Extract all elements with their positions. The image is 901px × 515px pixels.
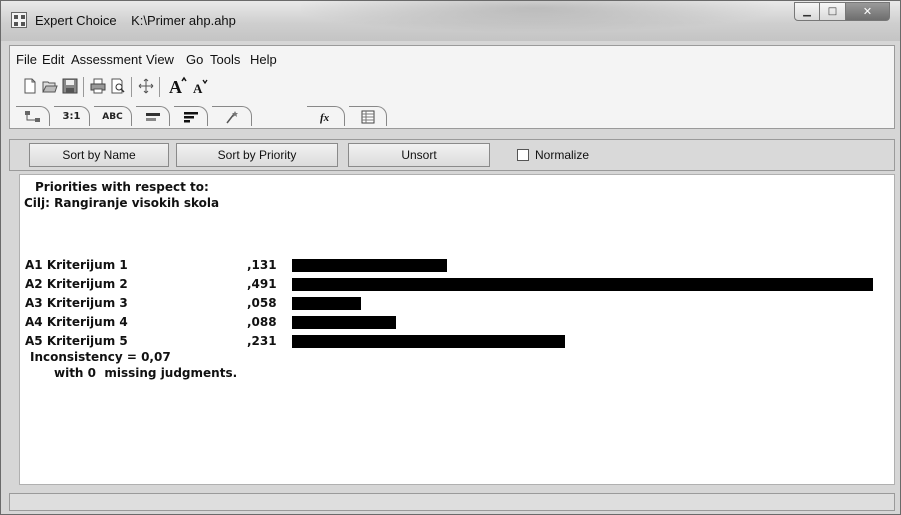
priority-bar xyxy=(292,335,565,348)
tab-formula[interactable]: fx xyxy=(307,106,345,126)
tree-icon xyxy=(24,110,40,122)
priority-label: A2 Kriterijum 2 xyxy=(25,277,128,291)
decrease-font-icon[interactable]: A xyxy=(192,77,210,97)
tab-verbal-comparison[interactable]: ABC xyxy=(94,106,132,126)
menu-help[interactable]: Help xyxy=(250,52,277,67)
app-icon xyxy=(11,12,27,28)
menu-go[interactable]: Go xyxy=(186,52,203,67)
save-icon[interactable] xyxy=(62,78,78,94)
sort-bar: Sort by Name Sort by Priority Unsort Nor… xyxy=(9,139,895,171)
tab-label: 3:1 xyxy=(62,111,81,122)
equal-lines-icon xyxy=(145,112,160,121)
formula-fx-icon: fx xyxy=(320,112,330,124)
standard-toolbar: A A xyxy=(9,71,895,103)
table-grid-icon xyxy=(361,110,374,123)
title-bar: Expert Choice K:\Primer ahp.ahp ▁ □ ✕ xyxy=(1,1,900,41)
unsort-button[interactable]: Unsort xyxy=(348,143,490,167)
file-path: K:\Primer ahp.ahp xyxy=(131,13,236,28)
menu-assessment[interactable]: Assessment xyxy=(71,52,142,67)
tab-graphical-comparison[interactable] xyxy=(136,106,170,126)
inconsistency-label: Inconsistency = 0,07 xyxy=(30,350,171,364)
sort-by-priority-button[interactable]: Sort by Priority xyxy=(176,143,338,167)
menu-view[interactable]: View xyxy=(146,52,174,67)
tab-numerical-comparison[interactable]: 3:1 xyxy=(54,106,90,126)
menu-edit[interactable]: Edit xyxy=(42,52,64,67)
sort-by-name-button[interactable]: Sort by Name xyxy=(29,143,169,167)
priority-bar xyxy=(292,316,396,329)
view-tabs-bar: 3:1 ABC fx xyxy=(9,103,895,129)
minimize-button[interactable]: ▁ xyxy=(794,2,820,21)
priority-value: ,088 xyxy=(247,315,277,329)
close-button[interactable]: ✕ xyxy=(846,2,890,21)
maximize-button[interactable]: □ xyxy=(820,2,846,21)
menu-tools[interactable]: Tools xyxy=(210,52,240,67)
normalize-label: Normalize xyxy=(535,148,590,162)
priority-bar xyxy=(292,278,873,291)
tab-label: ABC xyxy=(102,111,123,122)
menu-file[interactable]: File xyxy=(16,52,37,67)
close-icon: ✕ xyxy=(862,5,873,18)
priority-label: A4 Kriterijum 4 xyxy=(25,315,128,329)
window-controls: ▁ □ ✕ xyxy=(794,2,890,21)
priority-value: ,131 xyxy=(247,258,277,272)
tab-wizard[interactable] xyxy=(212,106,252,126)
priority-label: A1 Kriterijum 1 xyxy=(25,258,128,272)
status-bar xyxy=(9,493,895,511)
priority-bar xyxy=(292,259,447,272)
priority-value: ,231 xyxy=(247,334,277,348)
priority-value: ,491 xyxy=(247,277,277,291)
tab-tree-view[interactable] xyxy=(16,106,50,126)
normalize-checkbox[interactable] xyxy=(517,149,529,161)
new-file-icon[interactable] xyxy=(22,78,38,94)
app-window: Expert Choice K:\Primer ahp.ahp ▁ □ ✕ Fi… xyxy=(0,0,901,515)
priority-label: A3 Kriterijum 3 xyxy=(25,296,128,310)
wand-icon xyxy=(225,110,238,123)
goal-label: Cilj: Rangiranje visokih skola xyxy=(24,196,220,210)
priorities-heading: Priorities with respect to: xyxy=(35,180,209,194)
minimize-icon: ▁ xyxy=(803,6,811,17)
open-folder-icon[interactable] xyxy=(42,78,58,94)
bars-icon xyxy=(183,111,198,122)
window-title: Expert Choice K:\Primer ahp.ahp xyxy=(35,13,236,28)
tab-data-grid[interactable] xyxy=(349,106,387,126)
menu-bar: File Edit Assessment View Go Tools Help xyxy=(9,45,895,71)
app-name: Expert Choice xyxy=(35,13,117,28)
priority-value: ,058 xyxy=(247,296,277,310)
svg-text:fx: fx xyxy=(320,112,330,124)
maximize-icon: □ xyxy=(827,6,838,17)
priorities-panel: Priorities with respect to: Cilj: Rangir… xyxy=(19,174,895,485)
print-preview-icon[interactable] xyxy=(110,78,126,94)
priority-bar xyxy=(292,297,361,310)
move-icon[interactable] xyxy=(138,78,154,94)
svg-text:A: A xyxy=(169,77,182,97)
svg-text:A: A xyxy=(193,81,203,96)
priority-label: A5 Kriterijum 5 xyxy=(25,334,128,348)
missing-judgments-label: with 0 missing judgments. xyxy=(54,366,238,380)
increase-font-icon[interactable]: A xyxy=(167,75,189,97)
tab-priorities[interactable] xyxy=(174,106,208,126)
print-icon[interactable] xyxy=(90,78,106,94)
